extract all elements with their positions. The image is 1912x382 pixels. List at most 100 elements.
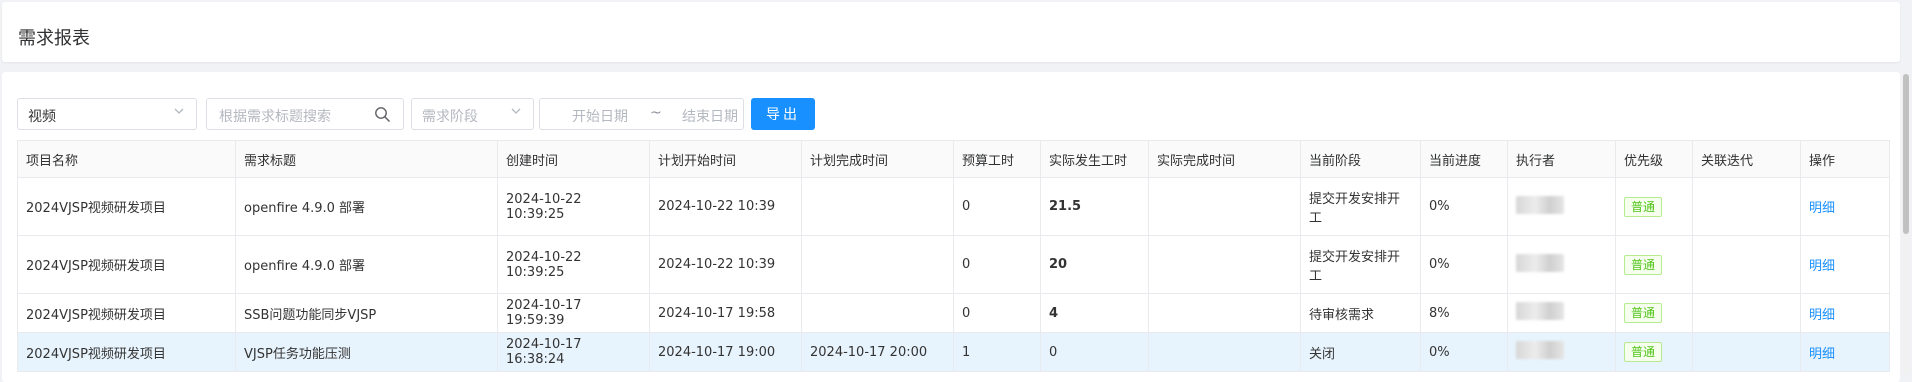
assignee-cell	[1507, 177, 1616, 236]
column-header[interactable]: 操作	[1800, 140, 1890, 178]
plan-start-cell: 2024-10-22 10:39	[649, 235, 802, 294]
created-cell: 2024-10-17 16:38:24	[497, 332, 650, 372]
column-header[interactable]: 计划开始时间	[649, 140, 802, 178]
priority-cell: 普通	[1615, 177, 1693, 236]
column-header[interactable]: 实际发生工时	[1040, 140, 1149, 178]
vertical-scrollbar[interactable]	[1902, 74, 1910, 374]
column-header[interactable]: 当前进度	[1420, 140, 1508, 178]
date-range-picker[interactable]: 开始日期 ~ 结束日期	[539, 98, 744, 130]
plan-start-cell: 2024-10-17 19:00	[649, 332, 802, 372]
column-header[interactable]: 创建时间	[497, 140, 650, 178]
project-select-value: 视频	[28, 109, 56, 125]
detail-link[interactable]: 明细	[1809, 308, 1835, 323]
title-search-input[interactable]: 根据需求标题搜索	[206, 98, 404, 130]
detail-link[interactable]: 明细	[1809, 201, 1835, 216]
priority-badge: 普通	[1624, 196, 1663, 217]
project-cell: 2024VJSP视频研发项目	[17, 332, 236, 372]
priority-badge: 普通	[1624, 254, 1663, 275]
progress-cell: 0%	[1420, 177, 1508, 236]
title-cell: SSB问题功能同步VJSP	[235, 293, 498, 333]
column-header[interactable]: 优先级	[1615, 140, 1693, 178]
budget-hours-cell: 0	[953, 235, 1041, 294]
end-date-input[interactable]: 结束日期	[682, 106, 738, 126]
column-header[interactable]: 当前阶段	[1300, 140, 1421, 178]
action-cell: 明细	[1800, 332, 1890, 372]
date-range-separator: ~	[650, 105, 662, 121]
page-header: 需求报表	[2, 2, 1900, 62]
detail-link[interactable]: 明细	[1809, 259, 1835, 274]
iteration-cell	[1692, 235, 1801, 294]
table-row[interactable]: 2024VJSP视频研发项目 SSB问题功能同步VJSP 2024-10-17 …	[17, 293, 1890, 333]
created-cell: 2024-10-22 10:39:25	[497, 177, 650, 236]
progress-cell: 0%	[1420, 235, 1508, 294]
avatar	[1516, 302, 1564, 320]
page-title: 需求报表	[18, 28, 90, 49]
priority-badge: 普通	[1624, 303, 1663, 323]
column-header[interactable]: 预算工时	[953, 140, 1041, 178]
column-header[interactable]: 计划完成时间	[801, 140, 954, 178]
action-cell: 明细	[1800, 235, 1890, 294]
budget-hours-cell: 1	[953, 332, 1041, 372]
table-header-row: 项目名称 需求标题 创建时间 计划开始时间 计划完成时间 预算工时 实际发生工时…	[17, 140, 1890, 178]
avatar	[1516, 253, 1564, 272]
progress-cell: 0%	[1420, 332, 1508, 372]
progress-cell: 8%	[1420, 293, 1508, 333]
priority-cell: 普通	[1615, 332, 1693, 372]
assignee-cell	[1507, 293, 1616, 333]
column-header[interactable]: 实际完成时间	[1148, 140, 1301, 178]
iteration-cell	[1692, 293, 1801, 333]
column-header[interactable]: 需求标题	[235, 140, 498, 178]
actual-end-cell	[1148, 293, 1301, 333]
plan-end-cell: 2024-10-17 20:00	[801, 332, 954, 372]
chevron-down-icon	[174, 108, 184, 114]
priority-badge: 普通	[1624, 342, 1663, 362]
stage-cell: 待审核需求	[1300, 293, 1421, 333]
actual-end-cell	[1148, 235, 1301, 294]
table-row[interactable]: 2024VJSP视频研发项目 openfire 4.9.0 部署 2024-10…	[17, 177, 1890, 236]
plan-end-cell	[801, 177, 954, 236]
assignee-cell	[1507, 235, 1616, 294]
actual-hours-cell: 0	[1040, 332, 1149, 372]
stage-cell: 关闭	[1300, 332, 1421, 372]
action-cell: 明细	[1800, 293, 1890, 333]
iteration-cell	[1692, 177, 1801, 236]
requirements-table: 项目名称 需求标题 创建时间 计划开始时间 计划完成时间 预算工时 实际发生工时…	[17, 140, 1890, 372]
created-cell: 2024-10-17 19:59:39	[497, 293, 650, 333]
priority-cell: 普通	[1615, 235, 1693, 294]
project-select[interactable]: 视频	[17, 98, 197, 130]
created-cell: 2024-10-22 10:39:25	[497, 235, 650, 294]
title-cell: openfire 4.9.0 部署	[235, 235, 498, 294]
report-panel: 视频 根据需求标题搜索 需求阶段 开始日期 ~ 结束日期 导出 项目名称 需求标…	[2, 72, 1900, 382]
actual-end-cell	[1148, 177, 1301, 236]
stage-cell: 提交开发安排开工	[1300, 177, 1421, 236]
budget-hours-cell: 0	[953, 177, 1041, 236]
priority-cell: 普通	[1615, 293, 1693, 333]
table-row[interactable]: 2024VJSP视频研发项目 openfire 4.9.0 部署 2024-10…	[17, 235, 1890, 294]
stage-select[interactable]: 需求阶段	[411, 98, 534, 130]
plan-start-cell: 2024-10-22 10:39	[649, 177, 802, 236]
detail-link[interactable]: 明细	[1809, 347, 1835, 362]
stage-cell: 提交开发安排开工	[1300, 235, 1421, 294]
project-cell: 2024VJSP视频研发项目	[17, 235, 236, 294]
column-header[interactable]: 关联迭代	[1692, 140, 1801, 178]
actual-hours-cell: 20	[1040, 235, 1149, 294]
plan-start-cell: 2024-10-17 19:58	[649, 293, 802, 333]
stage-select-placeholder: 需求阶段	[422, 109, 478, 125]
actual-hours-cell: 4	[1040, 293, 1149, 333]
budget-hours-cell: 0	[953, 293, 1041, 333]
column-header[interactable]: 执行者	[1507, 140, 1616, 178]
assignee-cell	[1507, 332, 1616, 372]
title-cell: VJSP任务功能压测	[235, 332, 498, 372]
scrollbar-thumb[interactable]	[1903, 74, 1909, 234]
iteration-cell	[1692, 332, 1801, 372]
avatar	[1516, 341, 1564, 359]
title-cell: openfire 4.9.0 部署	[235, 177, 498, 236]
start-date-input[interactable]: 开始日期	[572, 106, 628, 126]
chevron-down-icon	[511, 108, 521, 114]
column-header[interactable]: 项目名称	[17, 140, 236, 178]
actual-end-cell	[1148, 332, 1301, 372]
search-icon[interactable]	[374, 106, 391, 123]
search-placeholder: 根据需求标题搜索	[219, 109, 331, 125]
export-button[interactable]: 导出	[751, 98, 815, 130]
table-row[interactable]: 2024VJSP视频研发项目 VJSP任务功能压测 2024-10-17 16:…	[17, 332, 1890, 372]
